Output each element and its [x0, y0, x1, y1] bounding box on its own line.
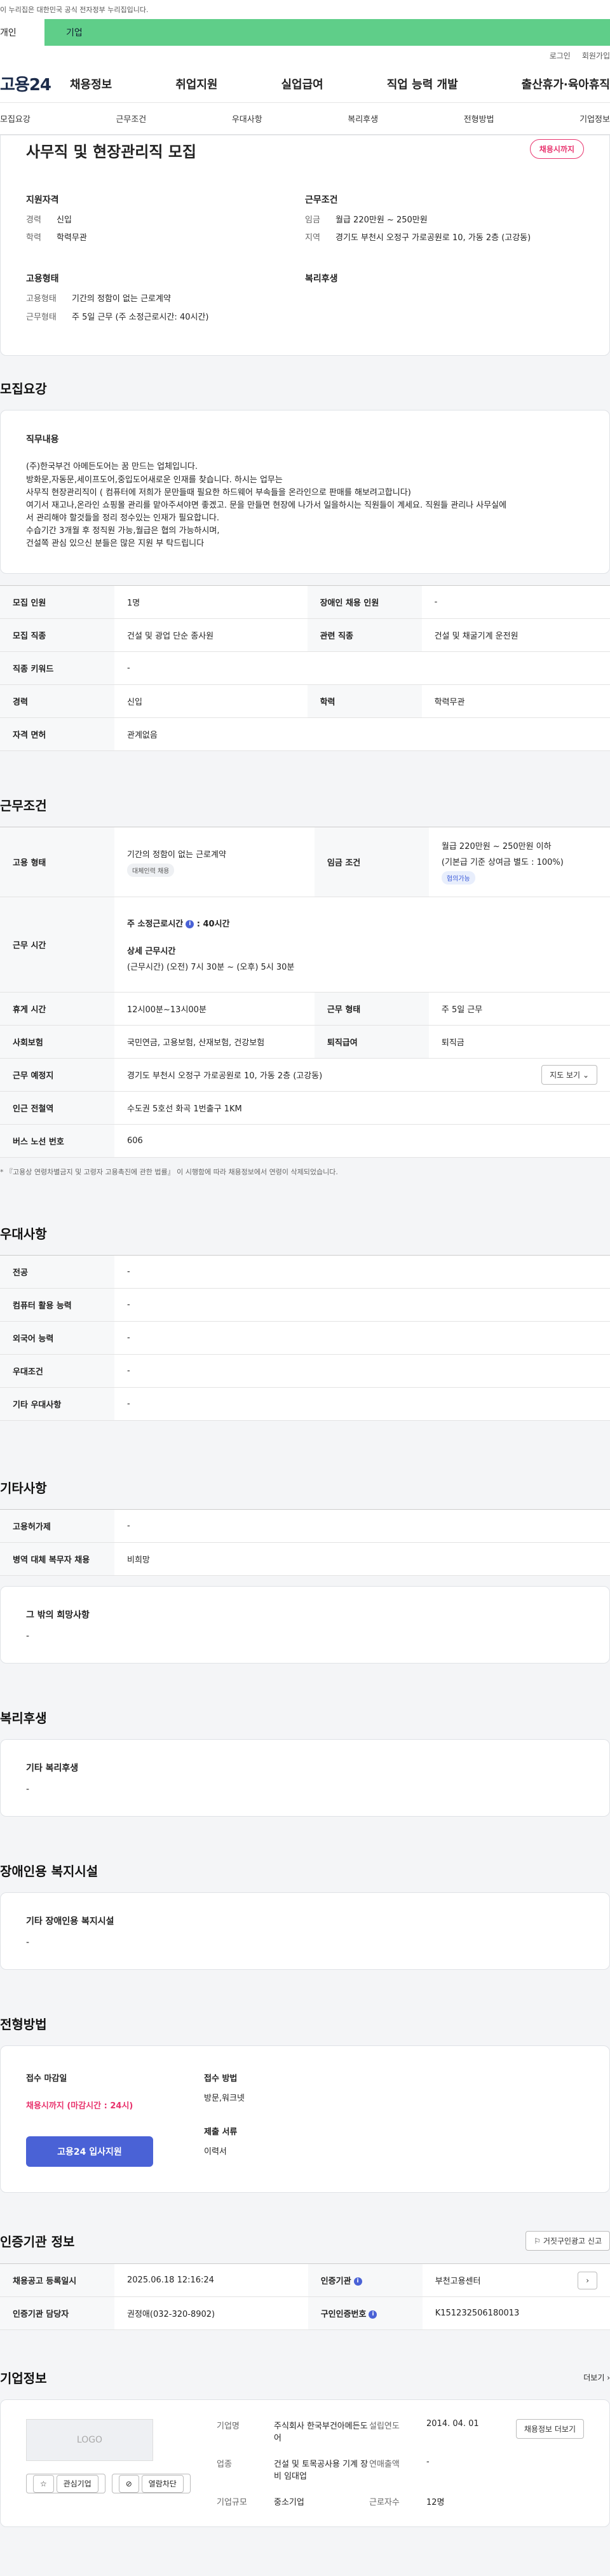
table-row: 인증기관 담당자 권정애(032-320-8902) 구인인증번호 i K1512325… — [0, 2296, 610, 2331]
selection-title: 전형방법 — [0, 2017, 47, 2033]
table-row: 직종 키워드 - — [0, 651, 610, 686]
login-link[interactable]: 로그인 — [550, 50, 571, 61]
duty-card: 직무내용 (주)한국부건 아메든도어는 꿈 만드는 업체입니다. 방화문,자동문… — [0, 409, 610, 574]
company-logo: LOGO — [26, 2419, 153, 2462]
work-table: 고용 형태 기간의 정함이 없는 근로계약 대체인력 채용 임금 조건 월급 22… — [0, 827, 610, 1158]
cert-title: 인증기관 정보 — [0, 2234, 75, 2250]
more-link[interactable]: 더보기 › — [583, 2372, 610, 2383]
tab-business[interactable]: 기업 — [44, 19, 610, 46]
user-type-tabs: 개인 기업 — [0, 19, 610, 46]
table-row: 사회보험 국민연금, 고용보험, 산재보험, 건강보험 퇴직급여 퇴직금 — [0, 1025, 610, 1059]
apply-button[interactable]: 고용24 입사지원 — [26, 2136, 153, 2167]
subnav-welfare[interactable]: 복리후생 — [348, 112, 378, 125]
subnav-work[interactable]: 근무조건 — [116, 112, 146, 125]
table-row: 고용허가제 - — [0, 1509, 610, 1543]
work-title: 근무조건 — [0, 798, 47, 814]
disabled-title: 장애인용 복지시설 — [0, 1864, 98, 1880]
report-icon: ⚐ — [534, 2237, 541, 2246]
etc-title: 기타사항 — [0, 1481, 47, 1496]
table-row: 근무 예정지 경기도 부천시 오정구 가로공원로 10, 가동 2층 (고강동)… — [0, 1058, 610, 1092]
utility-links: 로그인 회원가입 — [0, 46, 610, 65]
chevron-down-icon: ⌄ — [582, 1071, 589, 1080]
emp-heading: 고용형태 — [26, 274, 59, 285]
table-row: 병역 대체 복무자 채용 비희망 — [0, 1542, 610, 1576]
info-icon[interactable]: i — [369, 2310, 377, 2319]
gnb-leave[interactable]: 출산휴가·육아휴직 — [522, 76, 610, 92]
star-icon: ☆ — [33, 2475, 54, 2493]
global-nav: 고용24 채용정보 취업지원 실업급여 직업 능력 개발 출산휴가·육아휴직 — [0, 65, 610, 103]
welfare-title: 복리후생 — [0, 1711, 47, 1726]
report-fake-ad-button[interactable]: ⚐ 거짓구인광고 신고 — [525, 2231, 610, 2251]
table-row: 고용 형태 기간의 정함이 없는 근로계약 대체인력 채용 임금 조건 월급 22… — [0, 827, 610, 898]
table-row: 휴게 시간 12시00분~13시00분 근무 형태 주 5일 근무 — [0, 992, 610, 1026]
table-row: 컴퓨터 활용 능력 - — [0, 1288, 610, 1322]
status-badge: 채용시까지 — [529, 139, 584, 159]
etc-wish-card: 그 밖의 희망사항 - — [0, 1586, 610, 1664]
cert-table: 채용공고 등록일시 2025.06.18 12:16:24 인증기관 i 부천고용센터 ›… — [0, 2263, 610, 2331]
etc-table: 고용허가제 - 병역 대체 복무자 채용 비희망 — [0, 1509, 610, 1576]
chevron-right-icon: › — [607, 2373, 610, 2383]
table-row: 자격 면허 관계없음 — [0, 717, 610, 752]
table-row: 모집 직종 건설 및 광업 단순 종사원 관련 직종 건설 및 채굴기계 운전원 — [0, 618, 610, 653]
table-row: 경력 신입 학력 학력무관 — [0, 684, 610, 719]
block-view-button[interactable]: ⊘ 열람차단 — [111, 2474, 191, 2494]
disabled-card: 기타 장애인용 복지시설 - — [0, 1892, 610, 1970]
site-logo[interactable]: 고용24 — [0, 72, 70, 95]
table-row: 전공 - — [0, 1255, 610, 1289]
subnav-pref[interactable]: 우대사항 — [232, 112, 262, 125]
selection-card: 접수 마감일 채용시까지 (마감시간 : 24시) 고용24 입사지원 접수 방… — [0, 2045, 610, 2193]
subnav-recruit[interactable]: 모집요강 — [0, 112, 30, 125]
qual-heading: 지원자격 — [26, 195, 59, 205]
gov-banner: 이 누리집은 대한민국 공식 전자정부 누리집입니다. — [0, 0, 610, 19]
deadline-text: 채용시까지 (마감시간 : 24시) — [26, 2101, 133, 2112]
subnav-company[interactable]: 기업정보 — [580, 112, 610, 125]
gnb-unemployment[interactable]: 실업급여 — [281, 76, 323, 92]
gnb-jobs[interactable]: 채용정보 — [70, 76, 112, 92]
chevron-right-icon: › — [586, 2275, 589, 2285]
gnb-training[interactable]: 직업 능력 개발 — [387, 76, 458, 92]
pref-title: 우대사항 — [0, 1226, 47, 1242]
company-card: LOGO ☆ 관심기업 ⊘ 열람차단 기업명 주식회사 한국부건아메든도어 설립연… — [0, 2399, 610, 2528]
section-subnav: 모집요강 근무조건 우대사항 복리후생 전형방법 기업정보 — [0, 103, 610, 135]
info-icon[interactable]: i — [353, 2277, 362, 2286]
block-icon: ⊘ — [118, 2475, 139, 2493]
table-row: 외국어 능력 - — [0, 1321, 610, 1355]
pref-table: 전공 - 컴퓨터 활용 능력 - 외국어 능력 - 우대조건 - 기타 우대사항 - — [0, 1255, 610, 1421]
gnb-employment-support[interactable]: 취업지원 — [175, 76, 217, 92]
company-title: 기업정보 — [0, 2371, 47, 2387]
signup-link[interactable]: 회원가입 — [582, 50, 610, 61]
tab-personal[interactable]: 개인 — [0, 19, 44, 46]
welfare-card: 기타 복리후생 - — [0, 1739, 610, 1817]
recruit-title: 모집요강 — [0, 381, 47, 397]
table-row: 인근 전철역 수도권 5호선 화곡 1번출구 1KM — [0, 1091, 610, 1125]
agency-link-button[interactable]: › — [578, 2271, 597, 2289]
job-title: 사무직 및 현장관리직 모집 — [26, 143, 196, 161]
subnav-selection[interactable]: 전형방법 — [464, 112, 494, 125]
recruit-table: 모집 인원 1명 장애인 채용 인원 - 모집 직종 건설 및 광업 단순 종사원 관련 … — [0, 585, 610, 752]
table-row: 우대조건 - — [0, 1354, 610, 1388]
map-view-button[interactable]: 지도 보기 ⌄ — [541, 1065, 597, 1085]
info-icon[interactable]: i — [186, 920, 194, 929]
table-row: 모집 인원 1명 장애인 채용 인원 - — [0, 585, 610, 620]
cond-heading: 근무조건 — [305, 195, 338, 205]
age-footnote: * 『고용상 연령차별금지 및 고령자 고용촉진에 관한 법률』 이 시행함에 … — [0, 1168, 338, 1177]
welfare-heading: 복리후생 — [305, 274, 338, 285]
table-row: 버스 노선 번호 606 — [0, 1124, 610, 1158]
favorite-company-button[interactable]: ☆ 관심기업 — [26, 2474, 105, 2494]
table-row: 기타 우대사항 - — [0, 1387, 610, 1421]
table-row: 근무 시간 주 소정근로시간 i : 40시간 상세 근무시간 (근무시간) (오… — [0, 897, 610, 993]
job-summary-card: 사무직 및 현장관리직 모집 채용시까지 지원자격 경력 신입 학력 학력무관 근무… — [0, 135, 610, 356]
company-jobs-button[interactable]: 채용정보 더보기 — [515, 2419, 584, 2439]
table-row: 채용공고 등록일시 2025.06.18 12:16:24 인증기관 i 부천고용센터 › — [0, 2263, 610, 2298]
